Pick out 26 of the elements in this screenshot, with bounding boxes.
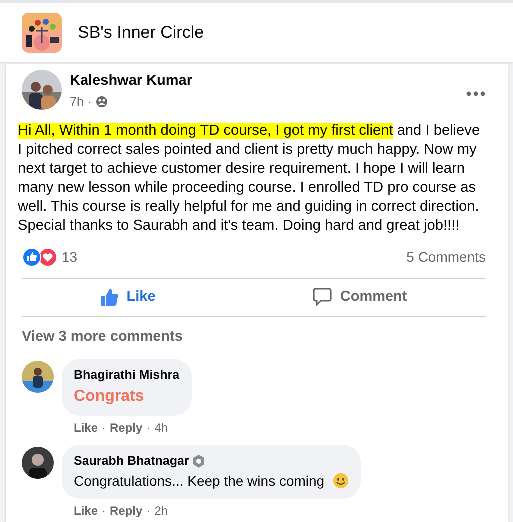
reply-link[interactable]: Reply: [110, 502, 143, 520]
reaction-count[interactable]: 13: [62, 246, 78, 268]
separator-dot: ·: [146, 420, 151, 437]
author-name[interactable]: Kaleshwar Kumar: [70, 71, 458, 93]
comment-text: Congrats: [74, 386, 144, 407]
reactions-icon: [22, 248, 58, 266]
post-time[interactable]: 7h: [70, 92, 84, 112]
comment-time[interactable]: 2h: [154, 502, 168, 520]
view-more-comments-link[interactable]: View 3 more comments: [22, 327, 486, 349]
separator-dot: ·: [146, 502, 151, 520]
comment-text: Congratulations... Keep the wins coming: [74, 472, 325, 491]
comments-count-link[interactable]: 5 Comments: [406, 246, 486, 268]
like-link[interactable]: Like: [74, 502, 98, 520]
separator-dot: ·: [88, 94, 92, 111]
reply-link[interactable]: Reply: [110, 418, 143, 437]
separator-dot: ·: [102, 502, 106, 520]
like-button[interactable]: Like: [100, 286, 156, 308]
comment-time[interactable]: 4h: [154, 418, 168, 437]
commenter-name[interactable]: Bhagirathi Mishra: [74, 366, 180, 385]
thumbs-up-icon: [100, 288, 119, 306]
commenter-name[interactable]: Saurabh Bhatnagar: [74, 452, 190, 470]
separator-dot: ·: [102, 420, 106, 437]
group-title[interactable]: SB's Inner Circle: [78, 20, 204, 46]
speech-bubble-icon: [313, 288, 332, 307]
comment-button[interactable]: Comment: [313, 286, 408, 308]
like-link[interactable]: Like: [74, 418, 98, 437]
